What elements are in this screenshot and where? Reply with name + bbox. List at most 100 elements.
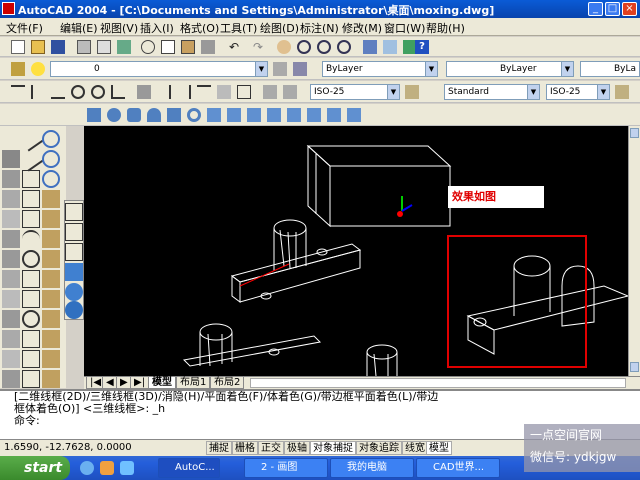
extrude-icon[interactable] (206, 107, 222, 123)
imprint-icon[interactable] (42, 370, 60, 388)
spline-icon[interactable] (22, 290, 40, 308)
taskbar-item-cad-world[interactable]: CAD世界... (416, 458, 500, 478)
dim-style-dropdown[interactable]: ISO-25 ▼ (310, 84, 400, 100)
layer-dropdown[interactable]: 0 ▼ (50, 61, 268, 77)
ie-quicklaunch-icon[interactable] (80, 461, 94, 475)
quick-dimension-icon[interactable] (136, 84, 152, 100)
new-icon[interactable] (10, 39, 26, 55)
extrude-faces-icon[interactable] (42, 190, 60, 208)
print-icon[interactable] (76, 39, 92, 55)
drawing-canvas[interactable]: 效果如图 (84, 126, 628, 376)
stretch-icon[interactable] (2, 290, 20, 308)
snap-toggle[interactable]: 捕捉 (206, 441, 232, 455)
setup-view-icon[interactable] (326, 107, 342, 123)
redo-icon[interactable]: ↷ (250, 39, 266, 55)
publish-icon[interactable] (116, 39, 132, 55)
coordinates-readout[interactable]: 1.6590, -12.7628, 0.0000 (2, 441, 134, 455)
sphere-solid-icon[interactable] (106, 107, 122, 123)
revision-cloud-icon[interactable] (22, 270, 40, 288)
menu-tools[interactable]: 工具(T) (220, 20, 257, 36)
move-faces-icon[interactable] (42, 210, 60, 228)
subtract-icon[interactable] (42, 150, 60, 168)
wedge-solid-icon[interactable] (166, 107, 182, 123)
chamfer-icon[interactable] (2, 370, 20, 388)
layer-previous-icon[interactable] (292, 61, 308, 77)
ortho-toggle[interactable]: 正交 (258, 441, 284, 455)
center-mark-icon[interactable] (236, 84, 252, 100)
grid-toggle[interactable]: 栅格 (232, 441, 258, 455)
table-style-manager-icon[interactable] (614, 84, 630, 100)
zoom-previous-icon[interactable] (336, 39, 352, 55)
menu-file[interactable]: 文件(F) (6, 20, 43, 36)
radius-dimension-icon[interactable] (70, 84, 86, 100)
print-preview-icon[interactable] (96, 39, 112, 55)
slice-icon[interactable] (246, 107, 262, 123)
delete-faces-icon[interactable] (42, 250, 60, 268)
scale-icon[interactable] (2, 270, 20, 288)
zoom-realtime-icon[interactable] (296, 39, 312, 55)
chevron-down-icon[interactable]: ▼ (527, 85, 539, 99)
tab-nav-last[interactable]: ▶| (130, 377, 150, 389)
autocad-app-icon[interactable] (2, 2, 15, 15)
pan-icon[interactable] (276, 39, 292, 55)
start-button[interactable]: start (0, 456, 70, 480)
cylinder-solid-icon[interactable] (126, 107, 142, 123)
move-icon[interactable] (2, 230, 20, 248)
hidden-icon[interactable] (65, 243, 83, 261)
vertical-scrollbar[interactable] (628, 126, 640, 376)
diameter-dimension-icon[interactable] (90, 84, 106, 100)
erase-icon[interactable] (2, 130, 20, 148)
taper-faces-icon[interactable] (42, 290, 60, 308)
desktop-quicklaunch-icon[interactable] (120, 461, 134, 475)
2d-wireframe-icon[interactable] (65, 203, 83, 221)
offset-icon[interactable] (2, 190, 20, 208)
polar-toggle[interactable]: 极轴 (284, 441, 310, 455)
menu-window[interactable]: 窗口(W) (384, 20, 425, 36)
baseline-dimension-icon[interactable] (156, 84, 172, 100)
arc-icon[interactable] (22, 230, 40, 248)
match-properties-icon[interactable] (200, 39, 216, 55)
lineweight-toggle[interactable]: 线宽 (402, 441, 428, 455)
properties-icon[interactable] (362, 39, 378, 55)
layer-manager-icon[interactable] (10, 61, 26, 77)
interfere-icon[interactable] (286, 107, 302, 123)
tab-layout1[interactable]: 布局1 (176, 377, 211, 389)
make-object-layer-current-icon[interactable] (272, 61, 288, 77)
copy-icon[interactable] (160, 39, 176, 55)
zoom-window-icon[interactable] (316, 39, 332, 55)
rotate-icon[interactable] (2, 250, 20, 268)
circle-icon[interactable] (22, 250, 40, 268)
continue-dimension-icon[interactable] (176, 84, 192, 100)
menu-dimension[interactable]: 标注(N) (300, 20, 339, 36)
design-center-icon[interactable] (382, 39, 398, 55)
model-toggle[interactable]: 模型 (426, 441, 452, 455)
chevron-down-icon[interactable]: ▼ (597, 85, 609, 99)
menu-format[interactable]: 格式(O) (180, 20, 219, 36)
menu-modify[interactable]: 修改(M) (342, 20, 382, 36)
trim-icon[interactable] (2, 310, 20, 328)
open-icon[interactable] (30, 39, 46, 55)
taskbar-item-paint[interactable]: 2 - 画图 (244, 458, 328, 478)
otrack-toggle[interactable]: 对象追踪 (356, 441, 402, 455)
taskbar-item-my-computer[interactable]: 我的电脑 (330, 458, 414, 478)
menu-view[interactable]: 视图(V) (100, 20, 138, 36)
color-faces-icon[interactable] (42, 330, 60, 348)
rectangle-icon[interactable] (22, 210, 40, 228)
ordinate-dimension-icon[interactable] (50, 84, 66, 100)
ellipse-icon[interactable] (22, 310, 40, 328)
horizontal-scrollbar[interactable] (250, 378, 626, 388)
scroll-down-icon[interactable] (630, 362, 639, 372)
dim-style-manager-icon[interactable] (404, 84, 420, 100)
dimension-edit-icon[interactable] (262, 84, 278, 100)
dimension-text-edit-icon[interactable] (282, 84, 298, 100)
close-button[interactable]: × (622, 2, 637, 16)
tab-layout2[interactable]: 布局2 (210, 377, 245, 389)
setup-profile-icon[interactable] (346, 107, 362, 123)
polyline-icon[interactable] (22, 170, 40, 188)
torus-solid-icon[interactable] (186, 107, 202, 123)
menu-draw[interactable]: 绘图(D) (260, 20, 299, 36)
menu-edit[interactable]: 编辑(E) (60, 20, 98, 36)
union-icon[interactable] (42, 130, 60, 148)
chevron-down-icon[interactable]: ▼ (387, 85, 399, 99)
polygon-icon[interactable] (22, 190, 40, 208)
